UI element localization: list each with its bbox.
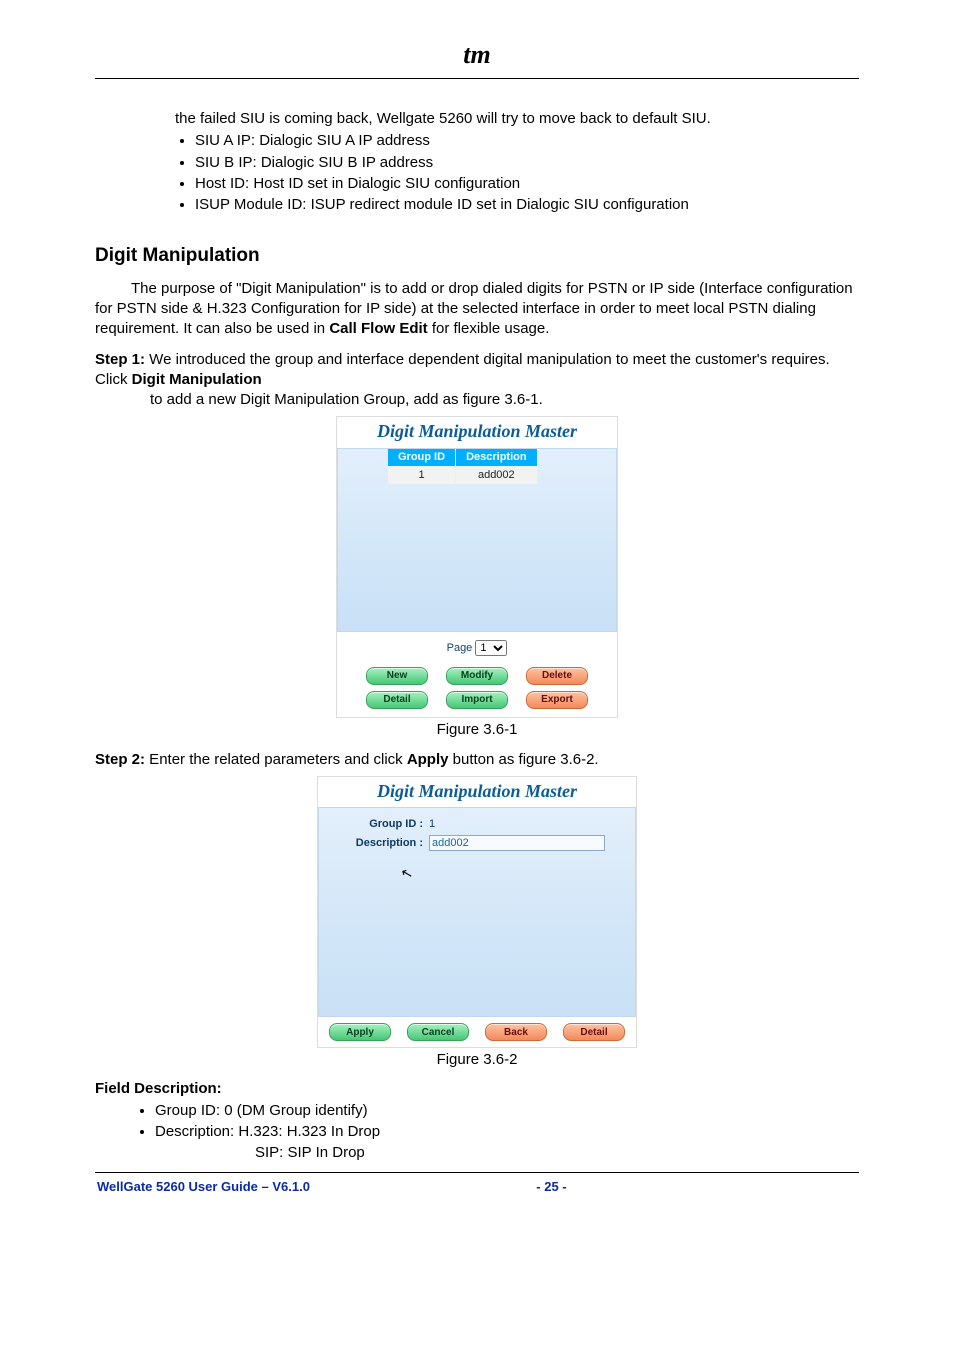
group-table: Group ID Description 1 add002 — [388, 449, 538, 485]
cell-description: add002 — [456, 466, 538, 485]
logo-icon: tm — [463, 40, 490, 70]
table-row[interactable]: 1 add002 — [388, 466, 537, 485]
footer-guide-title: WellGate 5260 User Guide – V6.1.0 — [97, 1179, 310, 1194]
screenshot-digit-manipulation-master-list: Digit Manipulation Master Group ID Descr… — [336, 416, 618, 717]
intro-continuation: the failed SIU is coming back, Wellgate … — [175, 109, 859, 129]
delete-button[interactable]: Delete — [526, 667, 588, 685]
cursor-icon: ↖ — [399, 863, 415, 884]
step-2-label: Step 2: — [95, 751, 145, 768]
page-label: Page — [447, 642, 473, 654]
step-1-body: to add a new Digit Manipulation Group, a… — [150, 390, 859, 410]
table-area: Group ID Description 1 add002 — [337, 448, 617, 632]
list-item: Description: H.323: H.323 In Drop — [155, 1122, 859, 1142]
header-logo-row: tm — [95, 40, 859, 70]
sip-note: SIP: SIP In Drop — [255, 1143, 859, 1163]
page-select[interactable]: 1 — [475, 640, 507, 656]
header-rule — [95, 78, 859, 79]
cancel-button[interactable]: Cancel — [407, 1023, 469, 1041]
import-button[interactable]: Import — [446, 691, 508, 709]
document-body: the failed SIU is coming back, Wellgate … — [95, 109, 859, 1164]
back-button[interactable]: Back — [485, 1023, 547, 1041]
field-description-heading: Field Description: — [95, 1079, 859, 1099]
footer-page-number: - 25 - — [536, 1179, 566, 1194]
export-button[interactable]: Export — [526, 691, 588, 709]
list-item: ISUP Module ID: ISUP redirect module ID … — [195, 195, 859, 215]
screenshot-title: Digit Manipulation Master — [337, 417, 617, 447]
col-header-description[interactable]: Description — [456, 449, 538, 466]
apply-button[interactable]: Apply — [329, 1023, 391, 1041]
cell-group-id: 1 — [388, 466, 456, 485]
figure-3-6-1-caption: Figure 3.6-1 — [95, 720, 859, 740]
step-2: Step 2: Enter the related parameters and… — [95, 750, 859, 770]
detail-button[interactable]: Detail — [563, 1023, 625, 1041]
screenshot-title: Digit Manipulation Master — [318, 777, 636, 807]
footer-rule — [95, 1172, 859, 1173]
list-item: SIU B IP: Dialogic SIU B IP address — [195, 153, 859, 173]
description-input[interactable] — [429, 835, 605, 851]
step-1-label: Step 1: — [95, 351, 145, 368]
list-item: Group ID: 0 (DM Group identify) — [155, 1101, 859, 1121]
siu-bullet-list: SIU A IP: Dialogic SIU A IP address SIU … — [95, 131, 859, 215]
digit-manipulation-bold: Digit Manipulation — [132, 371, 262, 388]
description-label: Description : — [337, 836, 429, 851]
group-id-label: Group ID : — [337, 817, 429, 832]
footer: WellGate 5260 User Guide – V6.1.0 - 25 - — [95, 1179, 859, 1194]
pager: Page 1 — [337, 632, 617, 664]
group-id-value: 1 — [429, 817, 435, 832]
modify-button[interactable]: Modify — [446, 667, 508, 685]
screenshot-digit-manipulation-master-form: Digit Manipulation Master Group ID : 1 D… — [317, 776, 637, 1048]
detail-button[interactable]: Detail — [366, 691, 428, 709]
text: for flexible usage. — [428, 320, 550, 337]
list-item: Host ID: Host ID set in Dialogic SIU con… — [195, 174, 859, 194]
text: button as figure 3.6-2. — [448, 751, 598, 768]
text: to add a new Digit Manipulation Group, a… — [150, 391, 543, 408]
new-button[interactable]: New — [366, 667, 428, 685]
field-description-list: Group ID: 0 (DM Group identify) Descript… — [95, 1101, 859, 1143]
section-heading-digit-manipulation: Digit Manipulation — [95, 243, 859, 269]
text: Enter the related parameters and click — [145, 751, 407, 768]
list-item: SIU A IP: Dialogic SIU A IP address — [195, 131, 859, 151]
figure-3-6-2-caption: Figure 3.6-2 — [95, 1050, 859, 1070]
field-description-bold: Field Description: — [95, 1080, 222, 1097]
digit-manipulation-paragraph: The purpose of "Digit Manipulation" is t… — [95, 279, 859, 340]
step-1: Step 1: We introduced the group and inte… — [95, 350, 859, 411]
call-flow-edit-bold: Call Flow Edit — [329, 320, 427, 337]
col-header-group-id[interactable]: Group ID — [388, 449, 456, 466]
apply-bold: Apply — [407, 751, 449, 768]
